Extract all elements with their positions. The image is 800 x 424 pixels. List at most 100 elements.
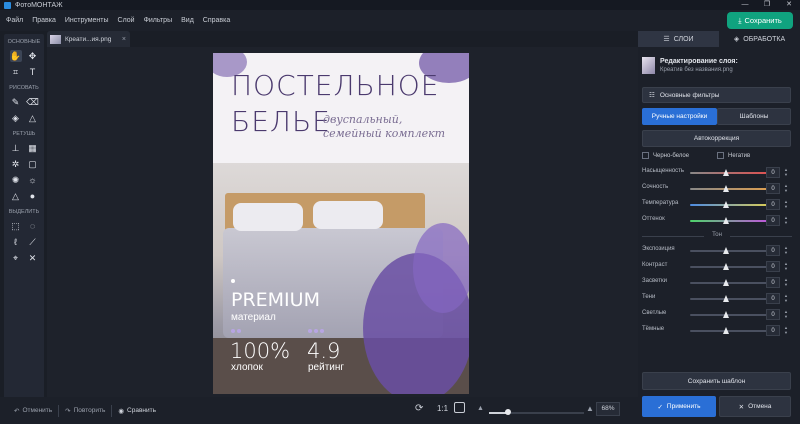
slider-handle[interactable] [723,185,729,192]
document-tab[interactable]: Креати...ия.png × [47,31,130,47]
slider-track[interactable] [690,204,774,206]
slider-stepper[interactable]: ▲ ▼ [782,183,790,194]
cancel-button[interactable]: ✕ Отмена [719,396,791,417]
slider-handle[interactable] [723,247,729,254]
slider-value[interactable]: 0 [766,167,780,178]
darks-slider[interactable]: Тёмные 0 ▲ ▼ [642,323,794,339]
zoom-in-icon[interactable]: ▲ [586,404,594,413]
magic-wand-icon[interactable]: ✕ [27,252,39,264]
slider-stepper[interactable]: ▲ ▼ [782,245,790,256]
fill-icon[interactable]: ◈ [10,112,22,124]
bw-check-box[interactable] [642,152,649,159]
menu-layer[interactable]: Слой [118,17,135,24]
move-icon[interactable]: ✥ [27,50,39,62]
compare-button[interactable]: ◉ Сравнить [118,407,156,415]
slider-stepper[interactable]: ▲ ▼ [782,277,790,288]
slider-stepper[interactable]: ▲ ▼ [782,261,790,272]
basic-filters-button[interactable]: ☷ Основные фильтры [642,87,791,103]
slider-track[interactable] [690,282,774,284]
temperature-slider[interactable]: Температура 0 ▲ ▼ [642,197,794,213]
shadows-slider[interactable]: Тени 0 ▲ ▼ [642,291,794,307]
zoom-value[interactable]: 68% [596,402,620,416]
auto-correction-button[interactable]: Автокоррекция [642,130,791,147]
slider-stepper[interactable]: ▲ ▼ [782,215,790,226]
slider-value[interactable]: 0 [766,293,780,304]
slider-value[interactable]: 0 [766,183,780,194]
crop-icon[interactable]: ⌗ [10,66,22,78]
minimize-icon[interactable]: — [734,0,756,10]
slider-stepper[interactable]: ▲ ▼ [782,293,790,304]
stamp-icon[interactable]: ⊥ [10,142,22,154]
eraser-icon[interactable]: ⌫ [26,96,39,108]
tab-processing[interactable]: ◈ ОБРАБОТКА [719,31,800,47]
saturation-slider[interactable]: Насыщенность 0 ▲ ▼ [642,165,794,181]
bw-checkbox[interactable]: Черно-белое [642,152,717,159]
sun-icon[interactable]: ☼ [27,174,39,186]
brush-icon[interactable]: ✎ [10,96,22,108]
slider-handle[interactable] [723,263,729,270]
slider-handle[interactable] [723,201,729,208]
slider-value[interactable]: 0 [766,309,780,320]
menu-filters[interactable]: Фильтры [144,17,173,24]
magic-select-icon[interactable]: ⌖ [10,252,22,264]
slider-handle[interactable] [723,311,729,318]
menu-file[interactable]: Файл [6,17,23,24]
slider-stepper[interactable]: ▲ ▼ [782,199,790,210]
contrast-slider[interactable]: Контраст 0 ▲ ▼ [642,259,794,275]
close-tab-icon[interactable]: × [122,36,126,43]
maximize-icon[interactable]: ❐ [756,0,778,10]
slider-value[interactable]: 0 [766,261,780,272]
slider-track[interactable] [690,250,774,252]
menu-tools[interactable]: Инструменты [65,17,109,24]
rotate-icon[interactable]: ⟳ [415,403,423,414]
slider-value[interactable]: 0 [766,325,780,336]
slider-value[interactable]: 0 [766,245,780,256]
menu-edit[interactable]: Правка [32,17,56,24]
poly-lasso-icon[interactable]: ⟋ [27,236,39,248]
slider-handle[interactable] [723,279,729,286]
slider-handle[interactable] [723,327,729,334]
tint-slider[interactable]: Оттенок 0 ▲ ▼ [642,213,794,229]
text-icon[interactable]: T [27,66,39,78]
fit-screen-icon[interactable] [454,402,465,413]
ratio-button[interactable]: 1:1 [437,404,448,413]
frame-icon[interactable]: ▢ [27,158,39,170]
shapes-icon[interactable]: △ [27,112,39,124]
zoom-out-icon[interactable]: ▲ [477,405,484,412]
manual-settings-tab[interactable]: Ручные настройки [642,108,717,125]
save-button[interactable]: ⤓ Сохранить [727,12,793,29]
patch-icon[interactable]: ▦ [27,142,39,154]
menu-help[interactable]: Справка [203,17,230,24]
brightness-icon[interactable]: ✺ [10,174,22,186]
redo-button[interactable]: ↷ Повторить [65,407,105,415]
lights-slider[interactable]: Светлые 0 ▲ ▼ [642,307,794,323]
slider-track[interactable] [690,266,774,268]
drop-icon[interactable]: ● [27,190,39,202]
highlights-slider[interactable]: Засветки 0 ▲ ▼ [642,275,794,291]
zoom-slider-handle[interactable] [505,409,511,415]
slider-handle[interactable] [723,295,729,302]
slider-track[interactable] [690,298,774,300]
close-window-icon[interactable]: ✕ [778,0,800,10]
hand-icon[interactable]: ✋ [9,50,22,62]
undo-button[interactable]: ↶ Отменить [14,407,52,415]
slider-stepper[interactable]: ▲ ▼ [782,309,790,320]
menu-view[interactable]: Вид [181,17,194,24]
vibrance-slider[interactable]: Сочность 0 ▲ ▼ [642,181,794,197]
slider-stepper[interactable]: ▲ ▼ [782,325,790,336]
lasso-icon[interactable]: ℓ [10,236,22,248]
exposure-slider[interactable]: Экспозиция 0 ▲ ▼ [642,243,794,259]
negative-checkbox[interactable]: Негатив [717,152,750,159]
ellipse-select-icon[interactable]: ◌ [27,220,39,232]
rect-select-icon[interactable]: ⬚ [10,220,22,232]
tab-layers[interactable]: ☰ СЛОИ [638,31,719,47]
apply-button[interactable]: ✓ Применить [642,396,716,417]
poster-canvas[interactable]: ПОСТЕЛЬНОЕ БЕЛЬЕ двуспальный, семейный к… [213,53,469,394]
slider-stepper[interactable]: ▲ ▼ [782,167,790,178]
slider-handle[interactable] [723,217,729,224]
slider-track[interactable] [690,172,774,174]
slider-handle[interactable] [723,169,729,176]
slider-track[interactable] [690,330,774,332]
slider-value[interactable]: 0 [766,215,780,226]
negative-check-box[interactable] [717,152,724,159]
